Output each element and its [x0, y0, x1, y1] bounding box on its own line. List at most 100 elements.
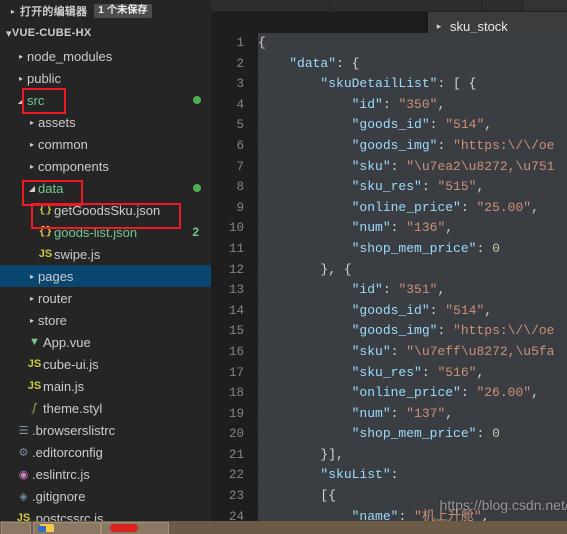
- code-line-text: }, {: [258, 259, 567, 281]
- code-line[interactable]: 21 }],: [211, 444, 567, 466]
- code-line-text: "goods_id": "514",: [258, 300, 567, 322]
- tree-item-gitignore[interactable]: ◈ .gitignore: [0, 485, 211, 507]
- line-number: 21: [228, 447, 244, 462]
- code-line[interactable]: 23 [{: [211, 486, 567, 507]
- code-line[interactable]: 11 "shop_mem_price": 0: [211, 238, 567, 260]
- line-number: 8: [236, 180, 244, 195]
- code-line[interactable]: 14 "goods_id": "514",: [211, 300, 567, 322]
- editor-tab-1[interactable]: [211, 0, 330, 11]
- chevron-right-icon: ▸: [436, 21, 442, 31]
- tree-item-store[interactable]: ▸ store: [0, 309, 211, 331]
- line-number: 11: [228, 241, 244, 256]
- tree-item-eslintrc-js[interactable]: ◉ .eslintrc.js: [0, 463, 211, 485]
- tree-item-label: .browserslistrc: [32, 422, 116, 438]
- code-line[interactable]: 22 "skuList":: [211, 465, 567, 487]
- project-root-header[interactable]: ▾ VUE-CUBE-HX: [0, 22, 211, 44]
- code-line[interactable]: 6 "goods_img": "https:\/\/oe: [211, 135, 567, 157]
- tree-item-count-badge: 2: [192, 225, 199, 239]
- tree-item-common[interactable]: ▸ common: [0, 133, 211, 155]
- line-number: 12: [228, 262, 244, 277]
- code-line[interactable]: 3 "skuDetailList": [ {: [211, 74, 567, 95]
- tree-item-pages[interactable]: ▸ pages: [0, 265, 211, 287]
- tree-item-app-vue[interactable]: ▼ App.vue: [0, 331, 211, 353]
- code-line[interactable]: 5 "goods_id": "514",: [211, 115, 567, 136]
- tree-item-swipe-js[interactable]: JS swipe.js: [0, 243, 211, 265]
- tree-item-router[interactable]: ▸ router: [0, 287, 211, 309]
- editor-tab-3[interactable]: [482, 0, 522, 11]
- line-number: 14: [228, 303, 244, 318]
- line-number: 19: [228, 406, 244, 421]
- chevron-right-icon: ▸: [29, 117, 34, 127]
- tree-item-src[interactable]: ◢ src: [0, 89, 211, 111]
- tree-item-label: cube-ui.js: [43, 356, 99, 372]
- editor-tab-4-active[interactable]: [523, 0, 567, 11]
- tree-item-goods-list-json[interactable]: {} goods-list.json 2: [0, 221, 211, 243]
- code-line-text: {: [258, 33, 567, 54]
- line-number: 9: [236, 200, 244, 215]
- tree-item-components[interactable]: ▸ components: [0, 155, 211, 177]
- tree-item-public[interactable]: ▸ public: [0, 67, 211, 89]
- code-line-text: "skuList":: [258, 465, 567, 487]
- code-line[interactable]: 2 "data": {: [211, 53, 567, 75]
- tree-item-postcssrc-js[interactable]: JS .postcssrc.js: [0, 507, 211, 522]
- js-file-icon: JS: [27, 380, 42, 392]
- code-line-text: "goods_img": "https:\/\/oe: [258, 135, 567, 157]
- code-line[interactable]: 15 "goods_img": "https:\/\/oe: [211, 321, 567, 342]
- code-line-text: "sku": "\u7eff\u8272,\u5fa: [258, 341, 567, 363]
- code-line-text: "data": {: [258, 53, 567, 75]
- code-line[interactable]: 18 "online_price": "26.00",: [211, 383, 567, 404]
- explorer-sidebar: ▸ 打开的编辑器 1 个未保存 ▾ VUE-CUBE-HX ▸ node_modu…: [0, 0, 211, 521]
- unsaved-count-badge: 1 个未保存: [94, 4, 152, 18]
- chevron-right-icon: ▸: [18, 73, 23, 83]
- code-line[interactable]: 7 "sku": "\u7ea2\u8272,\u751: [211, 156, 567, 178]
- status-dot: [193, 184, 201, 192]
- code-line-text: "sku_res": "515",: [258, 177, 567, 198]
- code-line[interactable]: 1{: [211, 33, 567, 54]
- editor-tab-2[interactable]: [331, 0, 481, 11]
- tree-item-cube-ui-js[interactable]: JS cube-ui.js: [0, 353, 211, 375]
- stylus-file-icon: ʃ: [32, 402, 37, 414]
- tree-item-label: App.vue: [43, 334, 91, 350]
- code-line[interactable]: 13 "id": "351",: [211, 280, 567, 301]
- tree-item-editorconfig[interactable]: ⚙ .editorconfig: [0, 441, 211, 463]
- code-line[interactable]: 17 "sku_res": "516",: [211, 362, 567, 384]
- code-line[interactable]: 8 "sku_res": "515",: [211, 177, 567, 198]
- tree-item-assets[interactable]: ▸ assets: [0, 111, 211, 133]
- tree-item-label: swipe.js: [54, 246, 101, 262]
- code-line[interactable]: 12 }, {: [211, 259, 567, 281]
- js-file-icon: JS: [27, 358, 42, 370]
- project-root-label: VUE-CUBE-HX: [11, 27, 92, 39]
- chevron-right-icon: ▸: [18, 51, 23, 61]
- taskbar-start-button[interactable]: [1, 522, 31, 534]
- line-number: 24: [228, 509, 244, 521]
- code-line[interactable]: 20 "shop_mem_price": 0: [211, 424, 567, 445]
- tree-item-node-modules[interactable]: ▸ node_modules: [0, 45, 211, 67]
- editor-tab-bar: [211, 0, 567, 12]
- js-file-icon: JS: [38, 248, 53, 260]
- config-file-icon: ☰: [18, 424, 29, 437]
- tree-item-label: pages: [38, 268, 74, 284]
- code-line[interactable]: 10 "num": "136",: [211, 218, 567, 239]
- code-content[interactable]: 1{2 "data": {3 "skuDetailList": [ {4 "id…: [211, 33, 567, 521]
- tree-item-data[interactable]: ◢ data: [0, 177, 211, 199]
- tree-item-label: theme.styl: [43, 400, 103, 416]
- line-number: 18: [228, 386, 244, 401]
- line-number: 5: [236, 118, 244, 133]
- chevron-right-icon: ▸: [29, 271, 34, 281]
- tree-item-theme-styl[interactable]: ʃ theme.styl: [0, 397, 211, 419]
- code-line-text: "id": "350",: [258, 94, 567, 116]
- tree-item-getgoodssku-json[interactable]: {} getGoodsSku.json: [0, 199, 211, 221]
- code-line[interactable]: 9 "online_price": "25.00",: [211, 197, 567, 219]
- code-line[interactable]: 16 "sku": "\u7eff\u8272,\u5fa: [211, 341, 567, 363]
- code-line[interactable]: 19 "num": "137",: [211, 403, 567, 425]
- open-editors-section-header[interactable]: ▸ 打开的编辑器 1 个未保存: [0, 0, 211, 22]
- vscode-window: ▸ 打开的编辑器 1 个未保存 ▾ VUE-CUBE-HX ▸ node_modu…: [0, 0, 567, 534]
- chevron-right-icon: ▸: [29, 293, 34, 303]
- code-line[interactable]: 4 "id": "350",: [211, 94, 567, 116]
- code-line-text: "skuDetailList": [ {: [258, 74, 567, 95]
- tree-item-label: assets: [38, 114, 76, 130]
- tree-item-main-js[interactable]: JS main.js: [0, 375, 211, 397]
- tree-item-browserslistrc[interactable]: ☰ .browserslistrc: [0, 419, 211, 441]
- code-line-text: "name": "机上升舱",: [258, 506, 567, 521]
- code-line[interactable]: 24 "name": "机上升舱",: [211, 506, 567, 521]
